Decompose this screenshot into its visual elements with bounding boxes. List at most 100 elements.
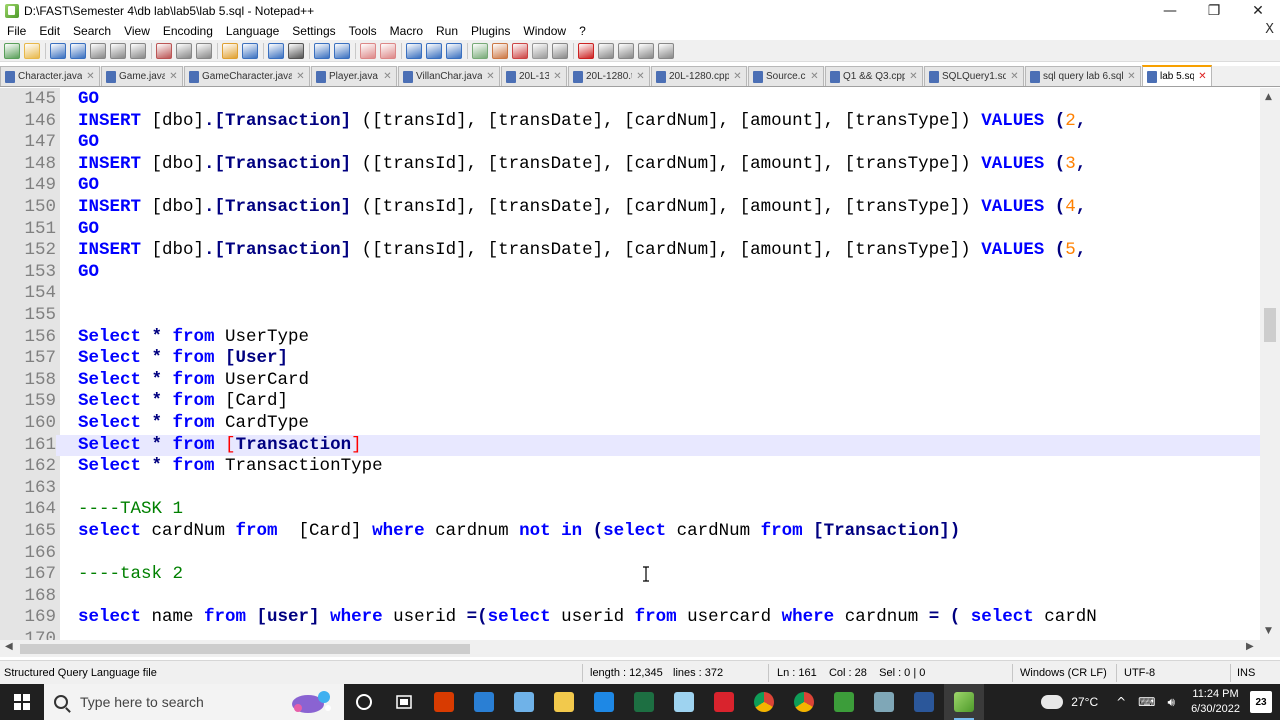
taskbar-app-explorer[interactable] [544,684,584,720]
horizontal-scrollbar[interactable]: ◀ ▶ [0,640,1260,657]
undo-icon[interactable] [222,42,238,59]
code-line[interactable]: 151 GO [0,219,1260,241]
document-tab[interactable]: Source.cpp✕ [748,66,824,86]
code-line[interactable]: 146 INSERT [dbo].[Transaction] ([transId]… [0,111,1260,133]
document-tab[interactable]: GameCharacter.java ✕ [184,66,310,86]
code-line[interactable]: 156 Select * from UserType [0,327,1260,349]
tab-close-icon[interactable]: ✕ [908,71,919,82]
tab-close-icon[interactable]: ✕ [295,71,306,82]
tab-close-icon[interactable]: ✕ [1126,71,1137,82]
document-tab[interactable]: SQLQuery1.sql ✕ [924,66,1024,86]
taskbar-app-utility[interactable] [864,684,904,720]
menu-help[interactable]: ? [572,24,592,38]
close-icon[interactable] [90,42,106,59]
tab-close-icon[interactable]: ✕ [168,71,179,82]
close-button[interactable]: ✕ [1236,0,1280,21]
taskbar-app-notes[interactable] [664,684,704,720]
code-line[interactable]: 163 [0,478,1260,500]
menu-window[interactable]: Window [516,24,572,38]
save-icon[interactable] [50,42,66,59]
code-line[interactable]: 157 Select * from [User] [0,348,1260,370]
print-icon[interactable] [130,42,146,59]
document-tab[interactable]: Game.java ✕ [101,66,183,86]
scroll-left-arrow-icon[interactable]: ◀ [5,641,13,652]
taskbar-search-box[interactable]: Type here to search [44,684,344,720]
folder-icon[interactable] [512,42,528,59]
code-line[interactable]: 155 [0,305,1260,327]
code-line[interactable]: 149 GO [0,175,1260,197]
redo-icon[interactable] [242,42,258,59]
scroll-right-arrow-icon[interactable]: ▶ [1246,641,1254,652]
document-tab[interactable]: lab 5.sql ✕ [1142,65,1212,86]
new-file-icon[interactable] [4,42,20,59]
menu-plugins[interactable]: Plugins [464,24,516,38]
code-line[interactable]: 167 ----task 2 [0,564,1260,586]
code-line[interactable]: 158 Select * from UserCard [0,370,1260,392]
save-macro-icon[interactable] [658,42,674,59]
word-wrap-icon[interactable] [406,42,422,59]
document-tab[interactable]: Character.java ✕ [0,66,100,86]
menu-search[interactable]: Search [66,24,117,38]
copy-icon[interactable] [176,42,192,59]
tab-close-icon[interactable]: ✕ [382,71,393,82]
menu-language[interactable]: Language [219,24,285,38]
code-line[interactable]: 160 Select * from CardType [0,413,1260,435]
close-document-button[interactable]: X [1265,22,1274,37]
document-tab[interactable]: 20L-1385✕ [501,66,567,86]
current-code-line[interactable]: 161 Select * from [Transaction] [0,434,1260,457]
taskbar-app-excel[interactable] [624,684,664,720]
run-macro-icon[interactable] [638,42,654,59]
taskbar-app-tool[interactable] [824,684,864,720]
clock[interactable]: 11:24 PM 6/30/2022 [1191,687,1240,717]
paste-icon[interactable] [196,42,212,59]
tab-close-icon[interactable]: ✕ [635,71,646,82]
menu-macro[interactable]: Macro [383,24,429,38]
vertical-scroll-thumb[interactable] [1264,308,1276,342]
code-line[interactable]: 169 select name from [user] where userid … [0,607,1260,629]
code-line[interactable]: 153 GO [0,262,1260,284]
chevron-up-icon[interactable]: ^ [1116,695,1126,709]
taskbar-app-office[interactable] [424,684,464,720]
document-tab[interactable]: Q1 && Q3.cpp ✕ [825,66,923,86]
play-macro-icon[interactable] [618,42,634,59]
zoom-in-icon[interactable] [314,42,330,59]
open-file-icon[interactable] [24,42,40,59]
code-line[interactable]: 152 INSERT [dbo].[Transaction] ([transId]… [0,240,1260,262]
code-line[interactable]: 166 [0,543,1260,565]
code-line[interactable]: 148 INSERT [dbo].[Transaction] ([transId]… [0,154,1260,176]
code-editor[interactable]: 145 GO 146 INSERT [dbo].[Transaction] ([tra… [0,88,1260,640]
taskbar-app-word[interactable] [904,684,944,720]
code-line[interactable]: 147 GO [0,132,1260,154]
code-line[interactable]: 145 GO [0,89,1260,111]
cut-icon[interactable] [156,42,172,59]
taskbar-app-chrome[interactable] [744,684,784,720]
language-icon[interactable] [472,42,488,59]
monitor-icon[interactable] [532,42,548,59]
sync-vertical-icon[interactable] [360,42,376,59]
code-line[interactable]: 150 INSERT [dbo].[Transaction] ([transId]… [0,197,1260,219]
sync-horizontal-icon[interactable] [380,42,396,59]
volume-icon[interactable]: 🔊︎ [1168,695,1176,710]
tab-close-icon[interactable]: ✕ [1009,71,1020,82]
menu-file[interactable]: File [0,24,32,38]
minimize-button[interactable]: — [1148,0,1192,21]
close-all-icon[interactable] [110,42,126,59]
taskbar-app-store[interactable] [464,684,504,720]
notification-badge[interactable]: 23 [1250,691,1272,713]
stop-macro-icon[interactable] [598,42,614,59]
code-line[interactable]: 165 select cardNum from [Card] where card… [0,521,1260,543]
record-macro-icon[interactable] [578,42,594,59]
restore-button[interactable]: ❐ [1192,0,1236,21]
replace-icon[interactable] [288,42,304,59]
code-line[interactable]: 168 [0,586,1260,608]
document-tab[interactable]: VillanChar.java ✕ [398,66,500,86]
tab-close-icon[interactable]: ✕ [732,71,743,82]
menu-view[interactable]: View [117,24,156,38]
scroll-up-arrow-icon[interactable]: ▲ [1265,92,1272,102]
document-map-icon[interactable] [552,42,568,59]
tab-close-icon[interactable]: ✕ [1197,71,1208,82]
scroll-down-arrow-icon[interactable]: ▼ [1265,626,1272,636]
menu-encoding[interactable]: Encoding [156,24,219,38]
indent-guide-icon[interactable] [446,42,462,59]
tab-close-icon[interactable]: ✕ [85,71,96,82]
